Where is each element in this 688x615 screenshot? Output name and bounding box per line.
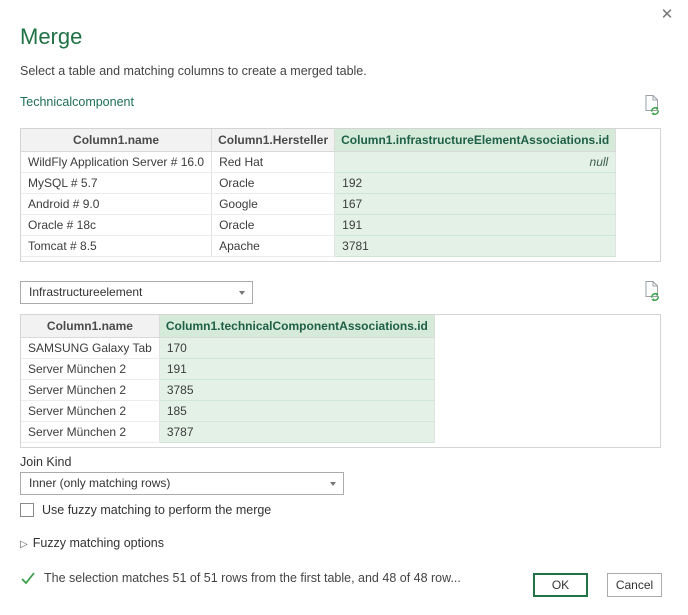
column-header-selected[interactable]: Column1.infrastructureElementAssociation…	[335, 129, 616, 151]
second-table-preview: Column1.name Column1.technicalComponentA…	[20, 314, 661, 448]
table-row: SAMSUNG Galaxy Tab 170	[21, 337, 434, 358]
table-row: Server München 2 191	[21, 358, 434, 379]
fuzzy-options-expander[interactable]: ▷ Fuzzy matching options	[20, 536, 164, 550]
table-row: WildFly Application Server # 16.0 Red Ha…	[21, 151, 616, 172]
first-table-name: Technicalcomponent	[20, 95, 134, 109]
table-row: Server München 2 185	[21, 400, 434, 421]
column-header[interactable]: Column1.name	[21, 315, 159, 337]
table-header-row: Column1.name Column1.Hersteller Column1.…	[21, 129, 616, 151]
join-kind-select[interactable]: Inner (only matching rows)	[20, 472, 344, 495]
match-status-text: The selection matches 51 of 51 rows from…	[44, 571, 461, 585]
chevron-down-icon	[239, 291, 245, 295]
dialog-title: Merge	[20, 24, 82, 50]
second-table: Column1.name Column1.technicalComponentA…	[21, 315, 435, 443]
second-table-selector[interactable]: Infrastructureelement	[20, 281, 253, 304]
column-header[interactable]: Column1.name	[21, 129, 212, 151]
table-row: Server München 2 3787	[21, 421, 434, 442]
column-header[interactable]: Column1.Hersteller	[212, 129, 335, 151]
fuzzy-matching-checkbox-row: Use fuzzy matching to perform the merge	[20, 503, 271, 517]
refresh-preview-icon[interactable]	[642, 280, 662, 302]
checkmark-icon	[21, 572, 35, 585]
chevron-down-icon	[330, 482, 336, 486]
close-icon[interactable]: ✕	[656, 4, 678, 26]
expander-arrow-icon: ▷	[20, 539, 28, 550]
merge-dialog: ✕ Merge Select a table and matching colu…	[0, 0, 688, 615]
table-row: Oracle # 18c Oracle 191	[21, 214, 616, 235]
table-row: Android # 9.0 Google 167	[21, 193, 616, 214]
fuzzy-options-label: Fuzzy matching options	[33, 536, 164, 550]
table-row: Server München 2 3785	[21, 379, 434, 400]
first-table: Column1.name Column1.Hersteller Column1.…	[21, 129, 616, 257]
join-kind-value: Inner (only matching rows)	[29, 476, 170, 490]
fuzzy-matching-checkbox[interactable]	[20, 503, 34, 517]
fuzzy-matching-checkbox-label[interactable]: Use fuzzy matching to perform the merge	[42, 503, 271, 517]
dialog-subtitle: Select a table and matching columns to c…	[20, 64, 367, 78]
ok-button[interactable]: OK	[533, 573, 588, 597]
table-header-row: Column1.name Column1.technicalComponentA…	[21, 315, 434, 337]
table-row: Tomcat # 8.5 Apache 3781	[21, 235, 616, 256]
second-table-selector-value: Infrastructureelement	[29, 285, 142, 299]
first-table-preview: Column1.name Column1.Hersteller Column1.…	[20, 128, 661, 262]
refresh-preview-icon[interactable]	[642, 94, 662, 116]
join-kind-label: Join Kind	[20, 455, 71, 469]
column-header-selected[interactable]: Column1.technicalComponentAssociations.i…	[159, 315, 434, 337]
match-status: The selection matches 51 of 51 rows from…	[21, 571, 461, 585]
cancel-button[interactable]: Cancel	[607, 573, 662, 597]
table-row: MySQL # 5.7 Oracle 192	[21, 172, 616, 193]
